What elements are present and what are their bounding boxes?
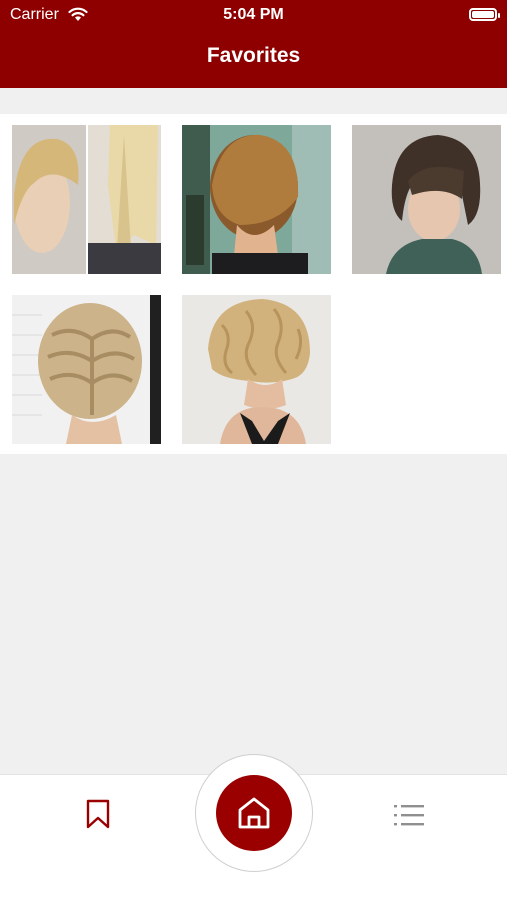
navigation-bar: Carrier 5:04 PM Favorites — [0, 0, 507, 88]
favorite-photo-3[interactable] — [352, 125, 501, 274]
favorite-photo-4[interactable] — [12, 295, 161, 444]
blonde-braided-bob-photo — [12, 295, 161, 444]
stacked-bob-back-view-photo — [182, 125, 331, 274]
favorite-photo-2[interactable] — [182, 125, 331, 274]
battery-icon — [469, 8, 500, 21]
home-icon — [238, 797, 270, 829]
wavy-blonde-bob-photo — [182, 295, 331, 444]
list-icon — [394, 805, 424, 826]
page-title: Favorites — [206, 44, 301, 67]
favorites-grid — [0, 114, 507, 454]
tab-home[interactable] — [216, 775, 292, 851]
favorite-photo-5[interactable] — [182, 295, 331, 444]
status-bar: Carrier 5:04 PM — [0, 6, 507, 26]
status-time: 5:04 PM — [223, 6, 284, 23]
bookmark-icon — [86, 799, 110, 829]
tab-list[interactable] — [394, 803, 424, 827]
brunette-short-bob-photo — [352, 125, 501, 274]
tab-bookmarks[interactable] — [85, 799, 111, 829]
split-blonde-haircut-photo — [12, 125, 161, 274]
favorite-photo-1[interactable] — [12, 125, 161, 274]
